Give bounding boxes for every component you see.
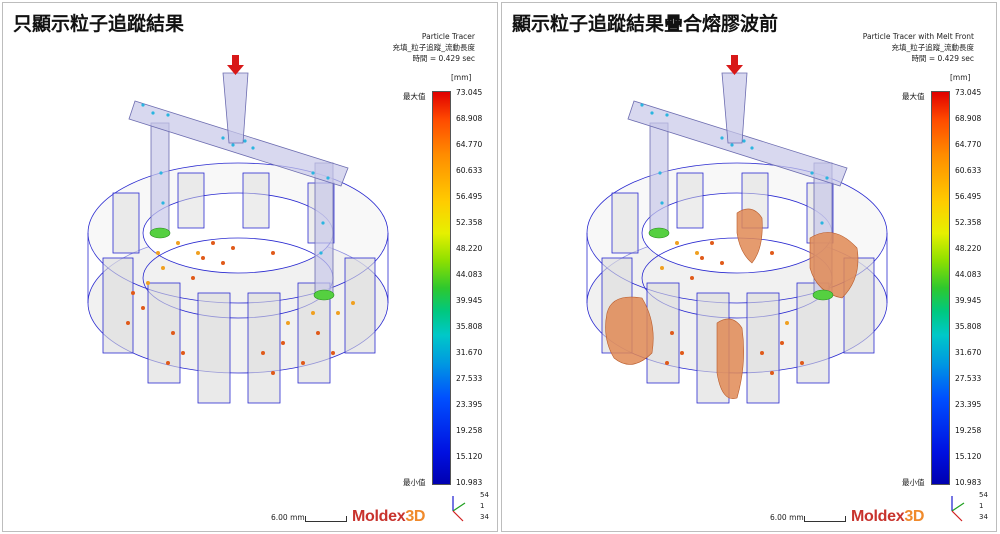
min-label: 最小值 bbox=[902, 478, 925, 487]
min-label: 最小值 bbox=[403, 478, 426, 487]
tick-label: 39.945 bbox=[955, 296, 982, 305]
tick-label: 10.983 bbox=[955, 478, 982, 487]
tick-label: 23.395 bbox=[955, 400, 982, 409]
scale-bar bbox=[804, 516, 846, 522]
tick-label: 64.770 bbox=[456, 140, 483, 149]
tick-label: 52.358 bbox=[955, 218, 982, 227]
result-category: 充填_粒子追蹤_流動長度 bbox=[392, 43, 476, 52]
axis-triad-icon bbox=[452, 496, 466, 522]
axis-value: 1 bbox=[979, 502, 984, 510]
panel-title: 只顯示粒子追蹤結果 bbox=[13, 13, 185, 35]
tick-label: 15.120 bbox=[456, 452, 483, 461]
result-header: Particle Tracer 充填_粒子追蹤_流動長度 時間 = 0.429 … bbox=[393, 31, 476, 64]
legend-unit: [mm] bbox=[451, 73, 472, 82]
tick-label: 23.395 bbox=[456, 400, 483, 409]
tick-label: 60.633 bbox=[955, 166, 982, 175]
axis-value: 1 bbox=[480, 502, 485, 510]
axis-value: 34 bbox=[979, 513, 988, 521]
scale-label: 6.00 mm bbox=[271, 513, 305, 522]
axis-value: 54 bbox=[480, 491, 489, 499]
legend-unit: [mm] bbox=[950, 73, 971, 82]
scale-bar bbox=[305, 516, 347, 522]
tick-label: 73.045 bbox=[456, 88, 483, 97]
axis-triad-icon bbox=[951, 496, 965, 522]
inlet-arrow-icon bbox=[726, 55, 743, 75]
inlet-arrow-icon bbox=[227, 55, 244, 75]
moldex3d-logo: Moldex3D bbox=[352, 508, 426, 525]
color-scale-bar bbox=[931, 91, 950, 485]
tick-label: 35.808 bbox=[456, 322, 483, 331]
tick-label: 68.908 bbox=[955, 114, 982, 123]
tick-label: 48.220 bbox=[955, 244, 982, 253]
mold-model-view[interactable] bbox=[73, 53, 403, 443]
tick-label: 31.670 bbox=[955, 348, 982, 357]
panel-particle-with-melt-front: 顯示粒子追蹤結果疊合熔膠波前 Particle Tracer with Melt… bbox=[501, 2, 997, 532]
tick-label: 44.083 bbox=[456, 270, 483, 279]
tick-label: 52.358 bbox=[456, 218, 483, 227]
mold-model-view[interactable] bbox=[572, 53, 902, 443]
result-time: 時間 = 0.429 sec bbox=[412, 54, 475, 63]
tick-label: 64.770 bbox=[955, 140, 982, 149]
result-name: Particle Tracer bbox=[421, 32, 475, 41]
tick-label: 68.908 bbox=[456, 114, 483, 123]
tick-label: 35.808 bbox=[955, 322, 982, 331]
tick-label: 31.670 bbox=[456, 348, 483, 357]
axis-value: 54 bbox=[979, 491, 988, 499]
tick-label: 27.533 bbox=[456, 374, 483, 383]
result-category: 充填_粒子追蹤_流動長度 bbox=[891, 43, 975, 52]
tick-label: 56.495 bbox=[456, 192, 483, 201]
tick-label: 27.533 bbox=[955, 374, 982, 383]
result-name: Particle Tracer with Melt Front bbox=[862, 32, 974, 41]
tick-label: 39.945 bbox=[456, 296, 483, 305]
tick-label: 19.258 bbox=[955, 426, 982, 435]
tick-label: 19.258 bbox=[456, 426, 483, 435]
panel-particle-only: 只顯示粒子追蹤結果 Particle Tracer 充填_粒子追蹤_流動長度 時… bbox=[2, 2, 498, 532]
tick-label: 60.633 bbox=[456, 166, 483, 175]
tick-label: 15.120 bbox=[955, 452, 982, 461]
tick-label: 48.220 bbox=[456, 244, 483, 253]
tick-label: 44.083 bbox=[955, 270, 982, 279]
panel-title: 顯示粒子追蹤結果疊合熔膠波前 bbox=[512, 13, 779, 35]
axis-value: 34 bbox=[480, 513, 489, 521]
max-label: 最大值 bbox=[403, 92, 426, 101]
moldex3d-logo: Moldex3D bbox=[851, 508, 925, 525]
tick-label: 10.983 bbox=[456, 478, 483, 487]
max-label: 最大值 bbox=[902, 92, 925, 101]
color-scale-bar bbox=[432, 91, 451, 485]
scale-label: 6.00 mm bbox=[770, 513, 804, 522]
tick-label: 56.495 bbox=[955, 192, 982, 201]
tick-label: 73.045 bbox=[955, 88, 982, 97]
